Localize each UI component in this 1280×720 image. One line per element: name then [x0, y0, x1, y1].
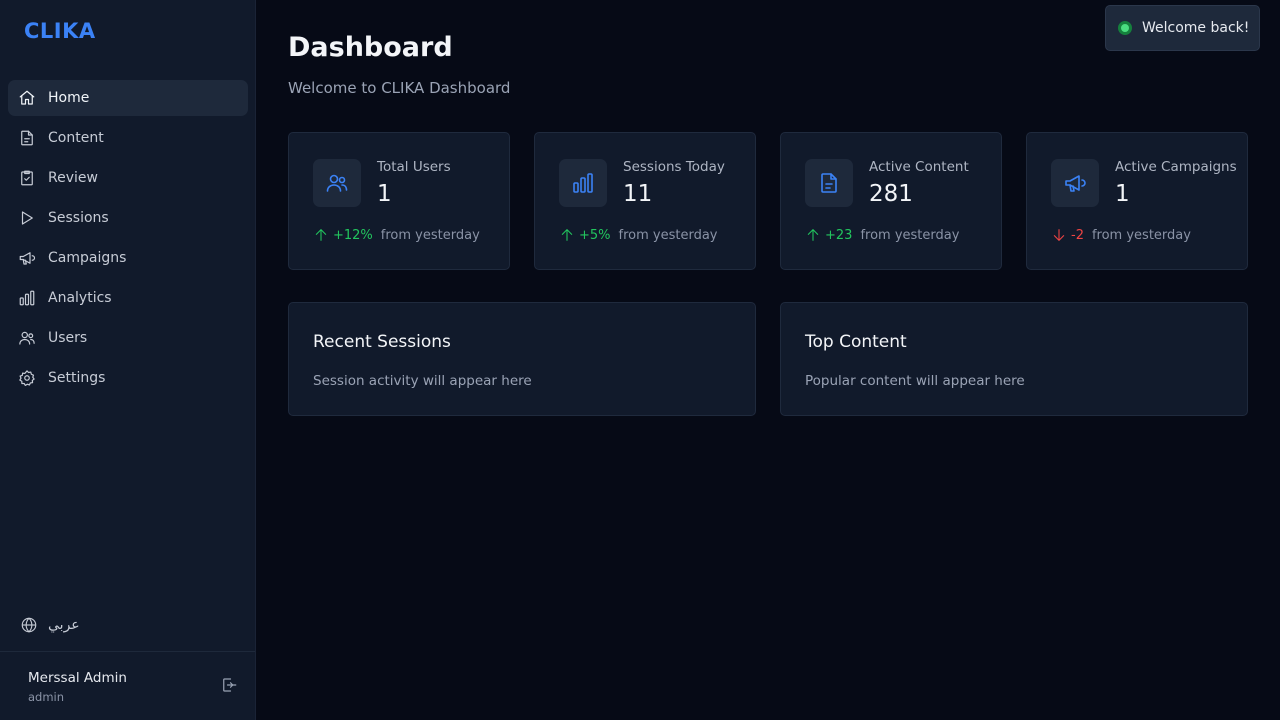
sidebar-item-settings[interactable]: Settings [8, 360, 248, 396]
bar-chart-icon [18, 289, 36, 307]
sidebar-item-content[interactable]: Content [8, 120, 248, 156]
stat-label: Total Users [377, 159, 451, 175]
megaphone-icon [18, 249, 36, 267]
toast-message: Welcome back! [1142, 20, 1250, 36]
stat-label: Sessions Today [623, 159, 725, 175]
stat-change: +23 [825, 227, 853, 243]
file-icon [805, 159, 853, 207]
users-icon [313, 159, 361, 207]
page-title: Dashboard [288, 32, 453, 63]
sidebar-item-label: Review [48, 170, 98, 186]
play-icon [18, 209, 36, 227]
stat-change: +5% [579, 227, 611, 243]
sidebar-nav: Home Content Review Sessions Campaigns A… [8, 80, 248, 400]
sidebar-item-label: Sessions [48, 210, 109, 226]
sidebar-item-label: Home [48, 90, 90, 106]
sidebar-item-sessions[interactable]: Sessions [8, 200, 248, 236]
stat-trend: -2 from yesterday [1051, 227, 1191, 243]
page-subtitle: Welcome to CLIKA Dashboard [288, 79, 511, 97]
user-profile: Merssal Admin admin [0, 651, 255, 720]
home-icon [18, 89, 36, 107]
success-dot-icon [1118, 21, 1132, 35]
stat-label: Active Content [869, 159, 969, 175]
welcome-toast[interactable]: Welcome back! [1105, 5, 1260, 51]
language-switcher[interactable]: عربي [20, 614, 80, 636]
panel-title: Top Content [805, 332, 907, 352]
file-icon [18, 129, 36, 147]
stat-value: 281 [869, 181, 913, 207]
stat-card-total-users: Total Users 1 +12% from yesterday [288, 132, 510, 270]
sidebar-item-label: Analytics [48, 290, 112, 306]
megaphone-icon [1051, 159, 1099, 207]
clipboard-check-icon [18, 169, 36, 187]
stat-card-active-content: Active Content 281 +23 from yesterday [780, 132, 1002, 270]
sidebar-item-home[interactable]: Home [8, 80, 248, 116]
stat-change: -2 [1071, 227, 1084, 243]
panel-title: Recent Sessions [313, 332, 451, 352]
stat-label: Active Campaigns [1115, 159, 1237, 175]
recent-sessions-panel: Recent Sessions Session activity will ap… [288, 302, 756, 416]
panel-empty-text: Session activity will appear here [313, 373, 532, 389]
sidebar: CLIKA Home Content Review Sessions Campa… [0, 0, 256, 720]
arrow-up-icon [807, 229, 819, 241]
globe-icon [21, 617, 37, 633]
bar-chart-icon [559, 159, 607, 207]
stat-trend: +12% from yesterday [313, 227, 480, 243]
sidebar-item-campaigns[interactable]: Campaigns [8, 240, 248, 276]
stat-change: +12% [333, 227, 373, 243]
stat-card-sessions-today: Sessions Today 11 +5% from yesterday [534, 132, 756, 270]
stat-value: 1 [377, 181, 392, 207]
language-label: عربي [48, 617, 80, 633]
stat-note: from yesterday [618, 227, 718, 243]
arrow-down-icon [1053, 229, 1065, 241]
gear-icon [18, 369, 36, 387]
stat-note: from yesterday [1091, 227, 1191, 243]
user-role: admin [28, 690, 65, 704]
top-content-panel: Top Content Popular content will appear … [780, 302, 1248, 416]
stat-value: 1 [1115, 181, 1130, 207]
stat-value: 11 [623, 181, 653, 207]
arrow-up-icon [315, 229, 327, 241]
logout-button[interactable] [220, 676, 240, 696]
logout-icon [223, 678, 237, 692]
users-icon [18, 329, 36, 347]
sidebar-item-label: Campaigns [48, 250, 127, 266]
stat-trend: +23 from yesterday [805, 227, 959, 243]
sidebar-item-users[interactable]: Users [8, 320, 248, 356]
panel-empty-text: Popular content will appear here [805, 373, 1025, 389]
stat-note: from yesterday [860, 227, 960, 243]
stat-trend: +5% from yesterday [559, 227, 718, 243]
sidebar-item-analytics[interactable]: Analytics [8, 280, 248, 316]
user-name: Merssal Admin [28, 670, 127, 686]
sidebar-item-label: Content [48, 130, 104, 146]
stat-note: from yesterday [380, 227, 480, 243]
sidebar-item-review[interactable]: Review [8, 160, 248, 196]
app-logo[interactable]: CLIKA [24, 19, 96, 43]
sidebar-item-label: Settings [48, 370, 106, 386]
sidebar-item-label: Users [48, 330, 88, 346]
stat-card-active-campaigns: Active Campaigns 1 -2 from yesterday [1026, 132, 1248, 270]
arrow-up-icon [561, 229, 573, 241]
